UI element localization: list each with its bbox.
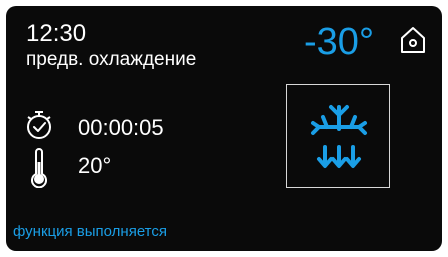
timer-value[interactable]: 00:00:05 xyxy=(78,114,164,142)
cycle-mode-label: предв. охлаждение xyxy=(26,49,197,70)
display-screen: 12:30 предв. охлаждение -30° 00:00:05 20… xyxy=(6,6,442,251)
home-icon[interactable] xyxy=(400,26,426,54)
function-button[interactable] xyxy=(286,84,390,188)
stopwatch-icon xyxy=(24,110,54,140)
thermometer-icon xyxy=(30,148,48,189)
status-message: функция выполняется xyxy=(13,223,167,240)
clock-time: 12:30 xyxy=(26,20,87,47)
snowflake-fan-icon xyxy=(311,105,367,168)
target-temperature[interactable]: -30° xyxy=(304,20,374,64)
probe-temperature-value[interactable]: 20° xyxy=(78,152,111,180)
